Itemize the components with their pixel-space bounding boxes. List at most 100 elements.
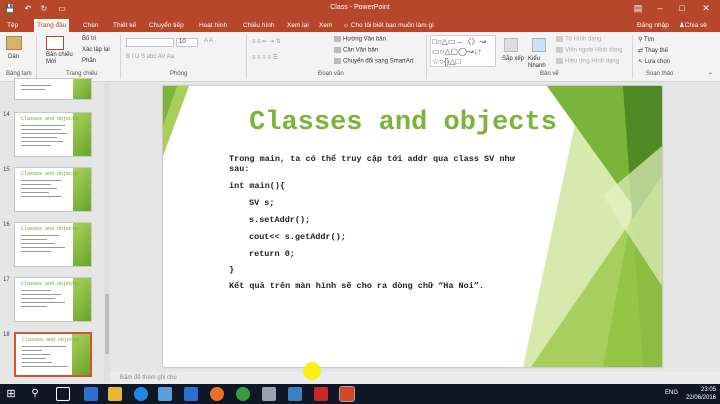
language-indicator[interactable]: ENG xyxy=(665,390,678,396)
font-style-buttons[interactable]: B I U S abc AV Aa xyxy=(126,54,174,60)
tab-transitions[interactable]: Chuyển tiếp xyxy=(146,19,187,32)
thumbnail-text-line xyxy=(21,298,55,299)
group-paragraph: Đoạn văn xyxy=(318,71,344,77)
group-slides: Trang chiếu xyxy=(66,71,98,77)
divider xyxy=(426,35,427,79)
slide-thumbnail[interactable]: Classes and objects xyxy=(14,167,92,212)
tab-slideshow[interactable]: Chiếu hình xyxy=(240,19,277,32)
effects-icon xyxy=(556,58,563,64)
share-button[interactable]: ♟Chia sẻ xyxy=(676,19,710,32)
powerpoint-window: 💾 ↶ ↻ ▭ Class - PowerPoint ▤ – □ ✕ Tệp T… xyxy=(0,0,720,404)
thumbnail-scrollbar[interactable] xyxy=(104,82,110,382)
thumbnail-text-line xyxy=(21,239,47,240)
text-direction-button[interactable]: Hướng Văn bản xyxy=(334,36,386,43)
list-buttons[interactable]: ≡ ≡ ⇤ ⇥ ⇅ xyxy=(252,38,281,45)
thumbnail-text-line xyxy=(21,133,67,134)
store-icon[interactable] xyxy=(158,387,172,401)
slide-thumbnails-pane: 14 Classes and objects 15 Classes and ob… xyxy=(0,78,103,382)
text-direction-label: Hướng Văn bản xyxy=(343,36,386,43)
section-button[interactable]: Phần xyxy=(82,58,96,64)
thumbnail-text-line xyxy=(22,346,66,347)
maximize-icon[interactable]: □ xyxy=(674,2,690,14)
divider xyxy=(246,35,247,79)
task-view-icon[interactable] xyxy=(56,387,70,401)
slide-thumbnail[interactable]: Classes and objects xyxy=(14,222,92,267)
close-icon[interactable]: ✕ xyxy=(698,2,714,14)
slide-canvas[interactable]: Classes and objects Trong main, ta có th… xyxy=(163,86,662,367)
thumbnail-title: Classes and objects xyxy=(21,226,79,232)
tell-me-box[interactable]: ☼ Cho tôi biết bạn muốn làm gì xyxy=(340,19,437,32)
chrome-icon[interactable] xyxy=(236,387,250,401)
new-slide-label[interactable]: Bản chiếu Mới xyxy=(46,52,76,66)
select-button[interactable]: ↖ Lựa chọn xyxy=(638,58,670,65)
arrange-icon[interactable] xyxy=(504,38,518,52)
smartart-label: Chuyển đổi sang SmartArt xyxy=(343,58,414,65)
smartart-button[interactable]: Chuyển đổi sang SmartArt xyxy=(334,58,413,65)
replace-button[interactable]: ⇄ Thay thế xyxy=(638,47,668,54)
font-size-select[interactable]: 10 xyxy=(176,38,198,47)
thumbnail-text-line xyxy=(21,137,57,138)
find-button[interactable]: ⚲ Tìm xyxy=(638,36,654,43)
outline-icon xyxy=(556,47,563,53)
paste-icon[interactable] xyxy=(6,36,22,50)
edge-browser-icon[interactable] xyxy=(84,387,98,401)
thumbnail-text-line xyxy=(21,188,57,189)
group-drawing: Bản vẽ xyxy=(540,71,559,77)
shape-effects-button[interactable]: Hiệu ứng Hình dạng xyxy=(556,58,619,65)
shapes-gallery[interactable]: □○△▭→〈〉↝ ▭○△▢◯↝↓↑ ☆○{}△□ xyxy=(430,35,496,67)
tab-review[interactable]: Xem lại xyxy=(284,19,312,32)
cursor-highlight xyxy=(303,362,321,380)
taskbar: ⊞ ⚲ ENG 23:05 22/06/2016 xyxy=(0,384,720,404)
slide-thumbnail[interactable] xyxy=(14,78,92,100)
tab-insert[interactable]: Chèn xyxy=(80,19,102,32)
slide-title[interactable]: Classes and objects xyxy=(203,108,603,138)
internet-explorer-icon[interactable] xyxy=(134,387,148,401)
minimize-icon[interactable]: – xyxy=(652,2,668,14)
slide-thumbnail-selected[interactable]: Classes and objects xyxy=(14,332,92,377)
font-family-select[interactable] xyxy=(126,38,174,47)
tab-view[interactable]: Xem xyxy=(316,19,335,32)
slide-code-line: cout<< s.getAddr(); xyxy=(249,232,346,242)
new-slide-icon[interactable] xyxy=(46,36,64,50)
tab-design[interactable]: Thiết kế xyxy=(110,19,139,32)
thumbnail-text-line xyxy=(21,89,45,90)
clock-date: 22/06/2016 xyxy=(685,395,716,401)
app-icon-2[interactable] xyxy=(288,387,302,401)
collapse-ribbon-icon[interactable]: ⌃ xyxy=(708,72,713,79)
replace-label: Thay thế xyxy=(644,48,668,54)
notes-pane[interactable]: Bấm để thêm ghi chú xyxy=(110,372,720,384)
firefox-icon[interactable] xyxy=(210,387,224,401)
scrollbar-thumb[interactable] xyxy=(105,294,109,354)
tab-animations[interactable]: Hoạt hình xyxy=(196,19,230,32)
ribbon-display-icon[interactable]: ▤ xyxy=(630,2,646,14)
file-explorer-icon[interactable] xyxy=(108,387,122,401)
align-text-button[interactable]: Căn Văn bản xyxy=(334,47,378,54)
tab-home[interactable]: Trang đầu xyxy=(34,19,70,32)
group-clipboard: Bảng tạm xyxy=(6,71,32,77)
slide-number: 18 xyxy=(3,332,10,338)
sign-in-link[interactable]: Đăng nhập xyxy=(634,19,672,32)
align-buttons[interactable]: ≡ ≡ ≡ ≡ ☰ xyxy=(252,54,278,61)
pdf-reader-icon[interactable] xyxy=(314,387,328,401)
font-grow-icon[interactable]: A A xyxy=(204,38,213,44)
arrange-label[interactable]: Sắp xếp xyxy=(502,56,524,62)
reset-button[interactable]: Xác lập lại xyxy=(82,47,110,53)
mail-icon[interactable] xyxy=(184,387,198,401)
slide-thumbnail[interactable]: Classes and objects xyxy=(14,112,92,157)
quick-styles-label[interactable]: Kiểu Nhanh xyxy=(528,56,552,70)
thumbnail-title: Classes and objects xyxy=(21,171,79,177)
search-icon[interactable]: ⚲ xyxy=(28,387,42,401)
system-clock[interactable]: 23:05 22/06/2016 xyxy=(686,386,716,402)
layout-button[interactable]: Bố trí xyxy=(82,36,96,42)
windows-start-icon[interactable]: ⊞ xyxy=(4,387,18,401)
shape-outline-button[interactable]: Viền ngoài Hình dạng xyxy=(556,47,623,54)
powerpoint-taskbar-icon[interactable] xyxy=(339,386,355,402)
slide-thumbnail[interactable]: Classes and objects xyxy=(14,277,92,322)
thumbnail-text-line xyxy=(22,358,46,359)
app-icon[interactable] xyxy=(262,387,276,401)
shape-fill-button[interactable]: Tô Hình dạng xyxy=(556,36,601,43)
thumbnail-text-line xyxy=(21,192,49,193)
paste-label[interactable]: Dán xyxy=(8,54,19,60)
quick-styles-icon[interactable] xyxy=(532,38,546,52)
tab-file[interactable]: Tệp xyxy=(4,19,21,32)
